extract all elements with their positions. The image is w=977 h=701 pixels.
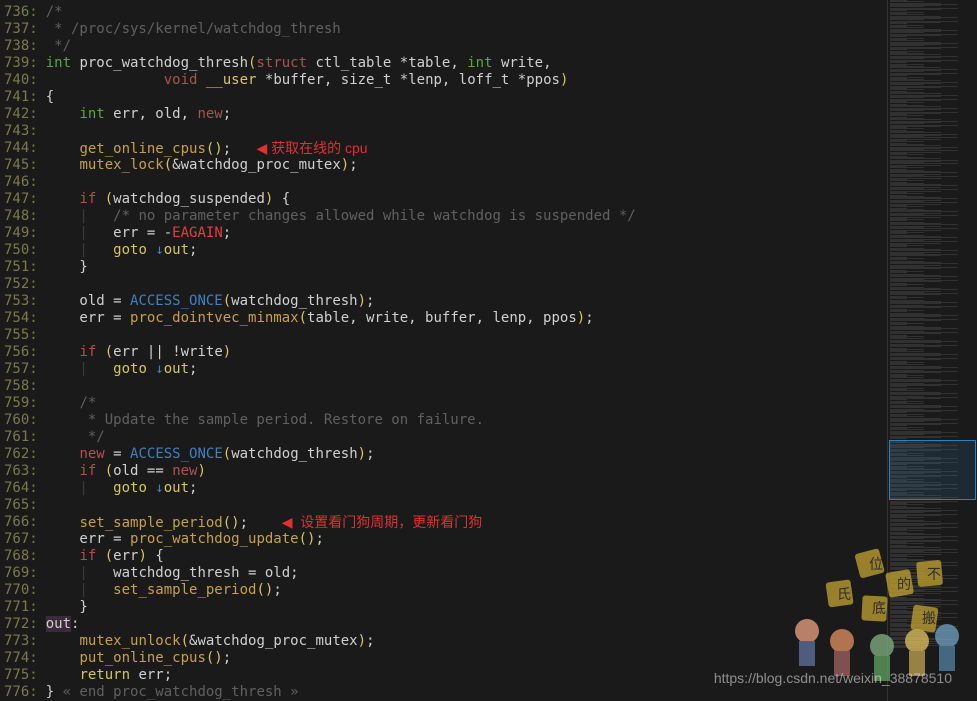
code-line[interactable]: if (old == new)	[46, 463, 887, 480]
line-number: 750:	[4, 242, 38, 259]
line-number: 739:	[4, 55, 38, 72]
line-number: 769:	[4, 565, 38, 582]
minimap-viewport-indicator[interactable]	[889, 440, 976, 500]
line-number: 752:	[4, 276, 38, 293]
code-line[interactable]: * /proc/sys/kernel/watchdog_thresh	[46, 21, 887, 38]
code-line[interactable]	[46, 497, 887, 514]
code-line[interactable]	[46, 174, 887, 191]
line-number: 740:	[4, 72, 38, 89]
code-line[interactable]: | /* no parameter changes allowed while …	[46, 208, 887, 225]
code-line[interactable]: get_online_cpus(); ◀ 获取在线的 cpu	[46, 140, 887, 157]
line-number: 761:	[4, 429, 38, 446]
code-line[interactable]: if (watchdog_suspended) {	[46, 191, 887, 208]
code-line[interactable]: int proc_watchdog_thresh(struct ctl_tabl…	[46, 55, 887, 72]
line-number: 772:	[4, 616, 38, 633]
line-number: 736:	[4, 4, 38, 21]
line-number: 748:	[4, 208, 38, 225]
code-line[interactable]: | err = -EAGAIN;	[46, 225, 887, 242]
line-number: 749:	[4, 225, 38, 242]
line-number: 759:	[4, 395, 38, 412]
svg-text:氏: 氏	[837, 587, 851, 603]
code-line[interactable]: */	[46, 38, 887, 55]
code-line[interactable]: if (err || !write)	[46, 344, 887, 361]
code-line[interactable]: }	[46, 259, 887, 276]
line-number: 765:	[4, 497, 38, 514]
line-number: 776:	[4, 684, 38, 701]
code-line[interactable]: /*	[46, 4, 887, 21]
code-line[interactable]: | goto ↓out;	[46, 480, 887, 497]
line-number: 773:	[4, 633, 38, 650]
line-number: 774:	[4, 650, 38, 667]
line-number-gutter: 736:737:738:739:740:741:742:743:744:745:…	[0, 0, 46, 701]
line-number: 771:	[4, 599, 38, 616]
code-line[interactable]: old = ACCESS_ONCE(watchdog_thresh);	[46, 293, 887, 310]
line-number: 766:	[4, 514, 38, 531]
svg-text:的: 的	[897, 577, 911, 593]
csdn-mascot-decoration: 位 的 不 氏 底 搬	[757, 521, 977, 681]
code-line[interactable]: mutex_lock(&watchdog_proc_mutex);	[46, 157, 887, 174]
line-number: 747:	[4, 191, 38, 208]
line-number: 756:	[4, 344, 38, 361]
code-line[interactable]: } « end proc_watchdog_thresh »	[46, 684, 887, 701]
code-line[interactable]	[46, 123, 887, 140]
svg-text:搬: 搬	[922, 611, 936, 627]
code-line[interactable]: {	[46, 89, 887, 106]
line-number: 743:	[4, 123, 38, 140]
code-line[interactable]: void __user *buffer, size_t *lenp, loff_…	[46, 72, 887, 89]
line-number: 767:	[4, 531, 38, 548]
code-line[interactable]: int err, old, new;	[46, 106, 887, 123]
line-number: 764:	[4, 480, 38, 497]
line-number: 760:	[4, 412, 38, 429]
code-line[interactable]: | goto ↓out;	[46, 242, 887, 259]
svg-text:位: 位	[869, 557, 883, 573]
line-number: 751:	[4, 259, 38, 276]
line-number: 753:	[4, 293, 38, 310]
line-number: 746:	[4, 174, 38, 191]
code-line[interactable]: /*	[46, 395, 887, 412]
line-number: 744:	[4, 140, 38, 157]
line-number: 737:	[4, 21, 38, 38]
code-line[interactable]: err = proc_dointvec_minmax(table, write,…	[46, 310, 887, 327]
svg-text:底: 底	[872, 601, 886, 617]
line-number: 757:	[4, 361, 38, 378]
line-number: 768:	[4, 548, 38, 565]
line-number: 763:	[4, 463, 38, 480]
code-line[interactable]	[46, 327, 887, 344]
code-line[interactable]: | goto ↓out;	[46, 361, 887, 378]
svg-text:不: 不	[927, 568, 941, 583]
line-number: 775:	[4, 667, 38, 684]
code-line[interactable]: new = ACCESS_ONCE(watchdog_thresh);	[46, 446, 887, 463]
code-line[interactable]	[46, 276, 887, 293]
line-number: 754:	[4, 310, 38, 327]
line-number: 762:	[4, 446, 38, 463]
line-number: 758:	[4, 378, 38, 395]
code-line[interactable]: * Update the sample period. Restore on f…	[46, 412, 887, 429]
line-number: 755:	[4, 327, 38, 344]
code-line[interactable]	[46, 378, 887, 395]
code-line[interactable]: */	[46, 429, 887, 446]
line-number: 741:	[4, 89, 38, 106]
line-number: 745:	[4, 157, 38, 174]
line-number: 738:	[4, 38, 38, 55]
line-number: 770:	[4, 582, 38, 599]
watermark-text: https://blog.csdn.net/weixin_38878510	[714, 670, 952, 686]
line-number: 742:	[4, 106, 38, 123]
